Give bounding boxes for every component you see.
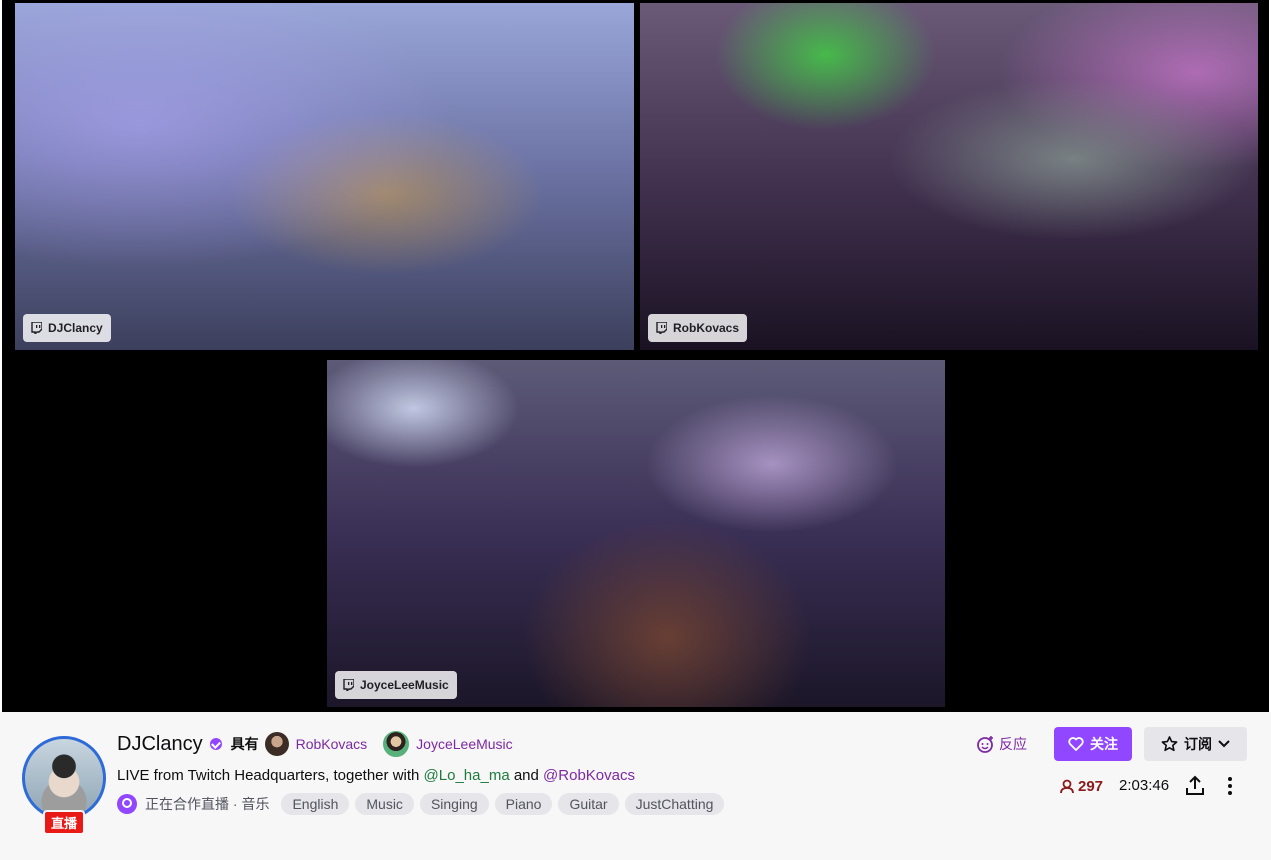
live-badge: 直播 [43, 810, 86, 835]
separator: · [229, 796, 242, 812]
collaborator-name: RobKovacs [295, 736, 368, 752]
video-player[interactable]: DJClancy RobKovacs JoyceLeeMusic [2, 0, 1269, 712]
tag[interactable]: Singing [419, 793, 489, 815]
subscribe-button[interactable]: 订阅 [1144, 727, 1247, 761]
tag[interactable]: Piano [494, 793, 553, 815]
channel-avatar-link[interactable]: 直播 [22, 736, 106, 835]
avatar [383, 731, 410, 757]
camera-label: DJClancy [23, 314, 111, 342]
viewer-count: 297 [1060, 776, 1103, 796]
stream-title: LIVE from Twitch Headquarters, together … [117, 767, 635, 784]
with-label: 具有 [230, 736, 259, 752]
subscribe-label: 订阅 [1184, 736, 1212, 752]
viewer-person-icon [1060, 779, 1074, 793]
category-line: 正在合作直播 · 音乐 [145, 794, 269, 814]
follow-button[interactable]: 关注 [1054, 727, 1132, 761]
react-button[interactable]: 反应 [976, 732, 1027, 756]
channel-name[interactable]: DJClancy [117, 733, 203, 756]
tag[interactable]: Music [355, 793, 414, 815]
share-button[interactable] [1184, 774, 1206, 798]
mention-link[interactable]: @Lo_ha_ma [424, 767, 510, 784]
chevron-down-icon [1218, 740, 1230, 748]
camera-label-text: DJClancy [48, 321, 103, 335]
mention-link[interactable]: @RobKovacs [543, 767, 635, 784]
channel-header: DJClancy 具有 RobKovacs JoyceLeeMusic [117, 731, 529, 757]
more-options-button[interactable] [1222, 774, 1238, 798]
follow-label: 关注 [1090, 736, 1118, 752]
title-text: and [509, 767, 544, 784]
collaborator-name: JoyceLeeMusic [416, 736, 513, 752]
category-link[interactable]: 音乐 [241, 796, 269, 812]
tag[interactable]: JustChatting [624, 793, 725, 815]
tag[interactable]: English [281, 793, 350, 815]
twitch-icon [656, 322, 667, 334]
verified-icon [209, 738, 222, 750]
stream-info-bar: 直播 DJClancy 具有 RobKovacs JoyceLeeMusic L… [0, 712, 1271, 860]
camera-label: JoyceLeeMusic [335, 671, 457, 699]
camera-label-text: JoyceLeeMusic [360, 678, 449, 692]
collaborator-joyceleemusic[interactable]: JoyceLeeMusic [383, 731, 513, 757]
avatar [264, 732, 289, 756]
twitch-icon [31, 322, 42, 334]
react-label: 反应 [999, 736, 1027, 752]
avatar[interactable] [22, 736, 106, 820]
camera-feed-robkovacs[interactable]: RobKovacs [640, 3, 1258, 350]
stream-meta: 正在合作直播 · 音乐 English Music Singing Piano … [117, 793, 730, 815]
camera-label-text: RobKovacs [673, 321, 740, 335]
heart-icon [1068, 737, 1084, 751]
twitch-icon [343, 679, 354, 691]
reaction-icon [977, 735, 993, 753]
title-text: LIVE from Twitch Headquarters, together … [117, 767, 424, 784]
viewer-count-value: 297 [1078, 777, 1104, 795]
collab-status: 正在合作直播 [145, 796, 229, 812]
tag[interactable]: Guitar [558, 793, 619, 815]
camera-feed-joyceleemusic[interactable]: JoyceLeeMusic [327, 360, 945, 707]
collaborator-robkovacs[interactable]: RobKovacs [264, 732, 368, 756]
camera-feed-djclancy[interactable]: DJClancy [15, 3, 634, 350]
collab-live-icon [117, 794, 137, 814]
more-vertical-icon [1228, 777, 1232, 795]
stream-uptime: 2:03:46 [1119, 777, 1170, 794]
camera-label: RobKovacs [648, 314, 748, 342]
share-icon [1186, 775, 1204, 795]
star-icon [1161, 736, 1178, 752]
